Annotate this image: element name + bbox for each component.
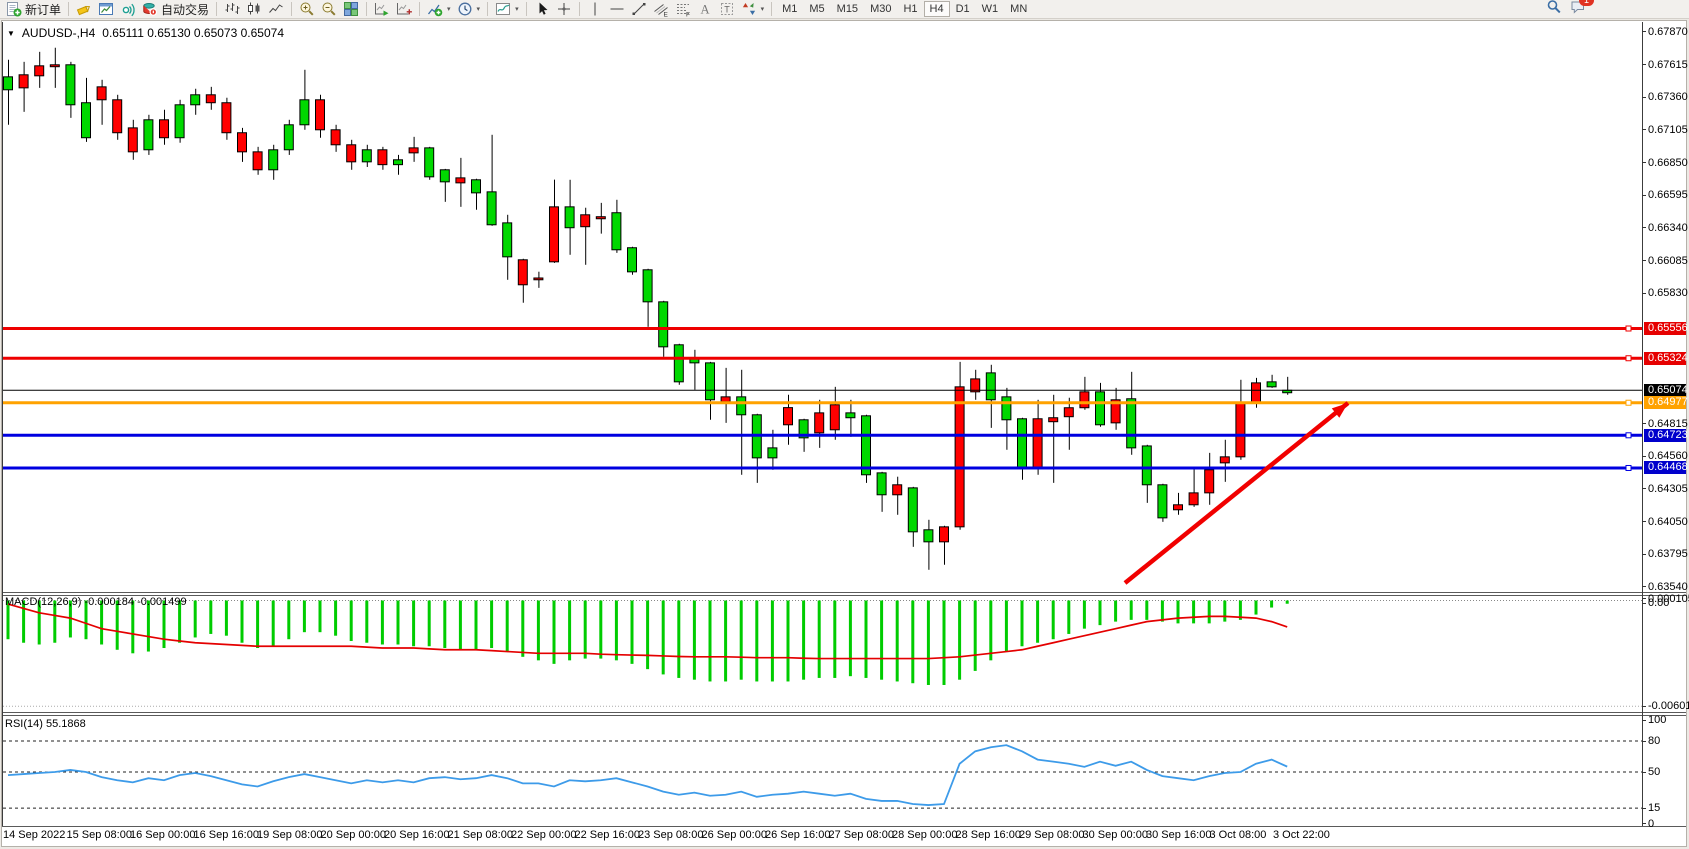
line-handle — [1626, 356, 1631, 361]
price-tick-mark — [1642, 227, 1646, 228]
rsi-tick-mark — [1642, 823, 1646, 824]
quote-ohlc-label: 0.65111 0.65130 0.65073 0.65074 — [102, 26, 284, 40]
price-tick-mark — [1642, 97, 1646, 98]
line-handle — [1626, 433, 1631, 438]
macd-indicator-label: MACD(12,26,9) -0.000184 -0.001499 — [5, 596, 187, 608]
price-tick-label: 0.63795 — [1648, 548, 1688, 560]
price-tick-label: 0.67870 — [1648, 26, 1688, 38]
rsi-scale-label: 50 — [1648, 766, 1660, 778]
rsi-line — [8, 745, 1287, 805]
price-tick-label: 0.64560 — [1648, 450, 1688, 462]
price-line-badge: 0.64468 — [1644, 461, 1686, 474]
rsi-tick-mark — [1642, 741, 1646, 742]
price-tick-mark — [1642, 554, 1646, 555]
price-tick-label: 0.66340 — [1648, 222, 1688, 234]
rsi-scale-label: 15 — [1648, 802, 1660, 814]
time-axis-label[interactable]: 3 Oct 08:00 — [1210, 829, 1267, 841]
chart-canvas[interactable] — [0, 0, 1689, 849]
candles-layer — [4, 48, 1292, 570]
horizontal-lines-layer[interactable] — [3, 326, 1642, 470]
price-line-badge: 0.64723 — [1644, 429, 1686, 442]
line-handle — [1626, 400, 1631, 405]
price-tick-mark — [1642, 521, 1646, 522]
macd-scale-label: 0.00 — [1648, 597, 1669, 609]
time-axis-label[interactable]: 30 Sep 16:00 — [1146, 829, 1211, 841]
time-axis-label[interactable]: 16 Sep 16:00 — [194, 829, 259, 841]
rsi-tick-mark — [1642, 772, 1646, 773]
time-axis-label[interactable]: 14 Sep 2022 — [3, 829, 65, 841]
macd-tick-mark — [1642, 706, 1646, 707]
price-line-badge: 0.65324 — [1644, 352, 1686, 365]
time-axis-label[interactable]: 21 Sep 08:00 — [448, 829, 513, 841]
time-axis-label[interactable]: 22 Sep 16:00 — [575, 829, 640, 841]
time-axis-label[interactable]: 28 Sep 00:00 — [892, 829, 957, 841]
price-tick-label: 0.64815 — [1648, 418, 1688, 430]
rsi-scale-label: 80 — [1648, 735, 1660, 747]
price-tick-mark — [1642, 64, 1646, 65]
mt4-window: 新订单自动交易▾▾▾EFAT▾M1M5M15M30H1H4D1W1MN1 ▼ A… — [0, 0, 1689, 849]
rsi-indicator-label: RSI(14) 55.1868 — [5, 718, 86, 730]
macd-panel-layer — [3, 601, 1642, 707]
time-axis-label[interactable]: 16 Sep 00:00 — [130, 829, 195, 841]
time-axis-label[interactable]: 3 Oct 22:00 — [1273, 829, 1330, 841]
time-axis-label[interactable]: 29 Sep 08:00 — [1019, 829, 1084, 841]
chart-title-row: ▼ AUDUSD-,H4 0.65111 0.65130 0.65073 0.6… — [7, 26, 284, 40]
price-tick-label: 0.67615 — [1648, 59, 1688, 71]
time-axis-label[interactable]: 19 Sep 08:00 — [257, 829, 322, 841]
time-axis-label[interactable]: 30 Sep 00:00 — [1083, 829, 1148, 841]
rsi-panel-layer — [3, 741, 1642, 808]
price-tick-label: 0.67360 — [1648, 91, 1688, 103]
time-axis-label[interactable]: 22 Sep 00:00 — [511, 829, 576, 841]
price-tick-label: 0.67105 — [1648, 124, 1688, 136]
price-line-badge: 0.64977 — [1644, 396, 1686, 409]
macd-tick-mark — [1642, 598, 1646, 599]
time-axis-label[interactable]: 26 Sep 00:00 — [702, 829, 767, 841]
rsi-scale-label: 0 — [1648, 818, 1654, 830]
price-tick-mark — [1642, 162, 1646, 163]
price-tick-mark — [1642, 456, 1646, 457]
price-tick-label: 0.64305 — [1648, 483, 1688, 495]
price-tick-mark — [1642, 488, 1646, 489]
time-axis-label[interactable]: 20 Sep 16:00 — [384, 829, 449, 841]
price-line-badge: 0.65074 — [1644, 384, 1686, 397]
rsi-tick-mark — [1642, 808, 1646, 809]
panel-borders — [2, 22, 1686, 827]
time-axis-label[interactable]: 26 Sep 16:00 — [765, 829, 830, 841]
price-tick-label: 0.63540 — [1648, 581, 1688, 593]
chart-menu-icon[interactable]: ▼ — [7, 29, 15, 38]
line-handle — [1626, 326, 1631, 331]
price-line-badge: 0.65556 — [1644, 322, 1686, 335]
time-axis-label[interactable]: 20 Sep 00:00 — [321, 829, 386, 841]
price-tick-mark — [1642, 129, 1646, 130]
price-tick-mark — [1642, 423, 1646, 424]
price-tick-label: 0.65830 — [1648, 287, 1688, 299]
macd-tick-mark — [1642, 603, 1646, 604]
price-tick-mark — [1642, 31, 1646, 32]
time-axis-label[interactable]: 23 Sep 08:00 — [638, 829, 703, 841]
symbol-period-label: AUDUSD-,H4 — [22, 26, 95, 40]
line-handle — [1626, 465, 1631, 470]
price-tick-label: 0.66850 — [1648, 157, 1688, 169]
time-axis-label[interactable]: 15 Sep 08:00 — [67, 829, 132, 841]
price-tick-mark — [1642, 260, 1646, 261]
macd-scale-label: -0.00601 — [1648, 700, 1689, 712]
price-tick-label: 0.64050 — [1648, 516, 1688, 528]
rsi-scale-label: 100 — [1648, 714, 1666, 726]
price-tick-mark — [1642, 293, 1646, 294]
price-tick-label: 0.66085 — [1648, 255, 1688, 267]
rsi-tick-mark — [1642, 720, 1646, 721]
price-tick-mark — [1642, 586, 1646, 587]
time-axis-label[interactable]: 28 Sep 16:00 — [956, 829, 1021, 841]
price-tick-mark — [1642, 195, 1646, 196]
price-tick-label: 0.66595 — [1648, 189, 1688, 201]
time-axis-label[interactable]: 27 Sep 08:00 — [829, 829, 894, 841]
